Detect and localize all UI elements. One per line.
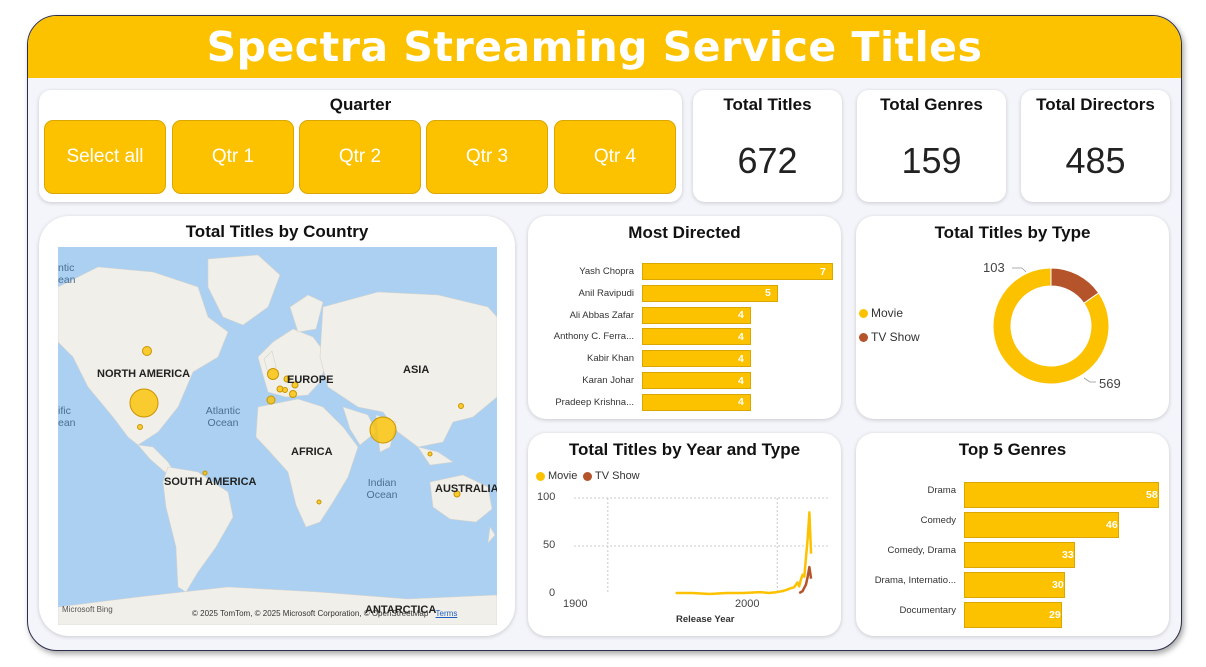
map-bing-logo: Microsoft Bing	[62, 605, 113, 614]
map-land-svg	[58, 254, 497, 625]
bar-value-label: 4	[738, 309, 744, 322]
x-axis-label: Release Year	[676, 614, 735, 625]
bar[interactable]	[642, 393, 751, 411]
y-tick: 0	[549, 587, 556, 599]
bar-category-label: Karan Johar	[582, 375, 634, 386]
map-terms-link[interactable]: Terms	[436, 609, 458, 618]
bar-category-label: Anil Ravipudi	[578, 287, 634, 299]
slicer-qtr3-button[interactable]: Qtr 3	[426, 120, 548, 194]
bar-category-label: Pradeep Krishna...	[555, 396, 634, 408]
ocean-edge-label: ntic ean	[58, 262, 76, 286]
most-directed-title: Most Directed	[628, 223, 741, 242]
type-donut-svg	[992, 267, 1110, 385]
kpi-label: Total Titles	[723, 95, 812, 114]
bar[interactable]	[642, 306, 751, 324]
x-tick: 2000	[735, 598, 760, 610]
top-genres-title: Top 5 Genres	[958, 440, 1067, 459]
bar-category-label: Comedy, Drama	[887, 545, 956, 556]
ocean-name: Indian Ocean	[366, 477, 398, 501]
map-label-indian: Indian Ocean	[362, 477, 402, 501]
bar-category-label: Documentary	[899, 605, 957, 616]
bar[interactable]	[642, 350, 751, 368]
bar-value-label: 4	[738, 396, 744, 409]
kpi-label: Total Directors	[1036, 95, 1155, 114]
map-label-australia: AUSTRALIA	[435, 483, 497, 495]
top-genres-card: Top 5 Genres Drama 58 Comedy 46 Comedy, Dram…	[856, 433, 1169, 636]
bar-value-label: 4	[738, 330, 744, 343]
donut-label-movie: 569	[1099, 376, 1121, 391]
kpi-total-titles: Total Titles 672	[693, 90, 842, 202]
slicer-qtr2-button[interactable]: Qtr 2	[299, 120, 421, 194]
map-label-atlantic: Atlantic Ocean	[198, 405, 248, 429]
slicer-title: Quarter	[329, 95, 392, 114]
kpi-value: 672	[737, 140, 798, 181]
map-label-asia: ASIA	[403, 364, 430, 376]
year-type-card: Total Titles by Year and Type Movie TV S…	[528, 433, 841, 636]
bar[interactable]	[964, 602, 1062, 628]
bar[interactable]	[642, 328, 751, 346]
bar-value-label: 29	[1049, 609, 1061, 621]
bar-value-label: 58	[1146, 489, 1158, 501]
map-label-africa: AFRICA	[291, 446, 333, 458]
donut-slice-tvshow[interactable]	[1050, 267, 1100, 304]
donut-label-tvshow: 103	[983, 260, 1005, 275]
ocean-name: Atlantic Ocean	[205, 405, 241, 429]
bar-category-label: Drama, Internatio...	[874, 575, 956, 586]
bar-category-label: Yash Chopra	[579, 266, 634, 277]
bar[interactable]	[964, 542, 1075, 568]
type-donut-card: Total Titles by Type Movie TV Show 103 5…	[856, 216, 1169, 419]
map-label-north-america: NORTH AMERICA	[97, 368, 191, 380]
kpi-value: 159	[901, 140, 962, 181]
map-label-europe: EUROPE	[287, 374, 334, 386]
bar-value-label: 46	[1106, 519, 1118, 531]
map-title: Total Titles by Country	[185, 222, 369, 241]
map-label-south-america: SOUTH AMERICA	[164, 476, 257, 488]
bar[interactable]	[964, 482, 1159, 508]
header-bar: Spectra Streaming Service Titles	[28, 16, 1181, 78]
slicer-qtr1-button[interactable]: Qtr 1	[172, 120, 294, 194]
line-series-movie[interactable]	[675, 511, 813, 596]
bar-value-label: 4	[738, 352, 744, 365]
bar[interactable]	[964, 512, 1119, 538]
y-tick: 50	[543, 539, 556, 551]
bar[interactable]	[642, 284, 778, 302]
bar-category-label: Kabir Khan	[586, 353, 634, 365]
kpi-label: Total Genres	[880, 95, 983, 114]
bar-value-label: 30	[1052, 579, 1064, 591]
world-map[interactable]: ntic ean ific ean NORTH AMERICA EUROPE ASI…	[58, 247, 497, 625]
map-attribution: © 2025 TomTom, © 2025 Microsoft Corporat…	[192, 609, 458, 618]
y-tick: 100	[537, 491, 556, 503]
x-tick: 1900	[563, 598, 588, 610]
bar-category-label: Anthony C. Ferra...	[553, 331, 634, 343]
bar-category-label: Comedy	[920, 515, 956, 526]
bar-category-label: Drama	[927, 485, 956, 496]
most-directed-card: Most Directed Yash Chopra 7 Anil Ravipudi 5…	[528, 216, 841, 419]
slicer-select-all-button[interactable]: Select all	[44, 120, 166, 194]
bar-value-label: 7	[820, 265, 826, 278]
kpi-total-directors: Total Directors 485	[1021, 90, 1170, 202]
slicer-qtr4-button[interactable]: Qtr 4	[554, 120, 676, 194]
kpi-total-genres: Total Genres 159	[857, 90, 1006, 202]
kpi-value: 485	[1065, 140, 1126, 181]
bar-value-label: 5	[765, 287, 771, 300]
bar[interactable]	[642, 372, 751, 389]
bar-value-label: 4	[738, 374, 744, 387]
page-title: Spectra Streaming Service Titles	[206, 23, 983, 71]
ocean-edge-label: ific ean	[58, 405, 76, 429]
bar[interactable]	[642, 263, 833, 280]
bar[interactable]	[964, 572, 1065, 598]
bar-category-label: Ali Abbas Zafar	[569, 309, 634, 321]
bar-value-label: 33	[1062, 549, 1074, 561]
